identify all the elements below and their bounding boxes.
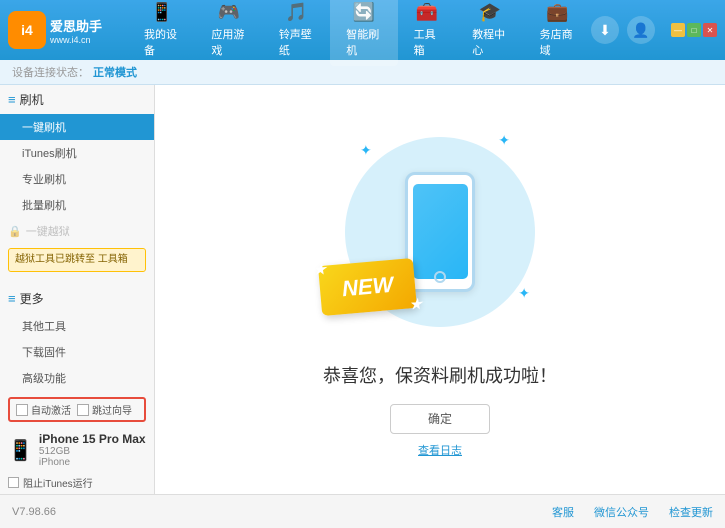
- sidebar-item-itunes[interactable]: iTunes刷机: [0, 140, 154, 166]
- footer-wechat[interactable]: 微信公众号: [594, 504, 649, 520]
- new-banner: NEW: [318, 257, 417, 315]
- confirm-button[interactable]: 确定: [390, 404, 490, 434]
- nav-ringtones[interactable]: 🎵 铃声壁纸: [263, 0, 330, 66]
- phone-body: [405, 172, 475, 292]
- window-controls: — □ ✕: [671, 23, 717, 37]
- content-area: ✦ ✦ ✦ NEW 恭喜您，保资料刷机成功啦！ 确定 查看日志: [155, 85, 725, 494]
- view-log-link[interactable]: 查看日志: [418, 442, 462, 458]
- logo-area: i4 爱思助手 www.i4.cn: [8, 11, 128, 49]
- status-label: 设备连接状态：: [12, 64, 89, 80]
- footer-check-update[interactable]: 检查更新: [669, 504, 713, 520]
- guide-restore-check[interactable]: [77, 404, 89, 416]
- sidebar-item-batch[interactable]: 批量刷机: [0, 192, 154, 218]
- nav-bar: 📱 我的设备 🎮 应用游戏 🎵 铃声壁纸 🔄 智能刷机 🧰 工具箱 🎓 教程中心…: [128, 0, 591, 66]
- sidebar-item-pro[interactable]: 专业刷机: [0, 166, 154, 192]
- flash-section-label: 刷机: [20, 91, 44, 108]
- sidebar-item-advanced[interactable]: 高级功能: [0, 365, 154, 391]
- phone-home-button: [434, 271, 446, 283]
- sidebar-bottom: 自动激活 跳过向导 📱 iPhone 15 Pro Max 512GB iPho…: [0, 391, 154, 494]
- nav-apps-games[interactable]: 🎮 应用游戏: [195, 0, 262, 66]
- tutorials-icon: 🎓: [479, 2, 501, 23]
- flash-icon: 🔄: [353, 2, 375, 23]
- device-type: iPhone: [39, 457, 146, 468]
- device-name: iPhone 15 Pro Max: [39, 432, 146, 446]
- phone-illustration: ✦ ✦ ✦ NEW: [330, 122, 550, 342]
- minimize-button[interactable]: —: [671, 23, 685, 37]
- success-text: 恭喜您，保资料刷机成功啦！: [323, 362, 557, 388]
- nav-smart-flash[interactable]: 🔄 智能刷机: [330, 0, 397, 66]
- sparkle-1: ✦: [360, 142, 372, 159]
- auto-activate-row: 自动激活 跳过向导: [8, 397, 146, 422]
- nav-service[interactable]: 💼 务店商域: [524, 0, 591, 66]
- logo-text: 爱思助手 www.i4.cn: [50, 16, 102, 45]
- sidebar-item-download-firmware[interactable]: 下载固件: [0, 339, 154, 365]
- ringtones-icon: 🎵: [285, 2, 307, 23]
- version: V7.98.66: [12, 506, 56, 518]
- lock-icon: 🔒: [8, 225, 22, 238]
- user-button[interactable]: 👤: [627, 16, 655, 44]
- more-section-header: ≡ 更多: [0, 284, 154, 313]
- flash-section-header: ≡ 刷机: [0, 85, 154, 114]
- service-icon: 💼: [546, 2, 568, 23]
- toolbox-icon: 🧰: [416, 2, 438, 23]
- sparkle-3: ✦: [518, 285, 530, 302]
- nav-toolbox[interactable]: 🧰 工具箱: [398, 0, 457, 66]
- nav-my-device[interactable]: 📱 我的设备: [128, 0, 195, 66]
- device-phone-icon: 📱: [8, 438, 33, 463]
- main-layout: ≡ 刷机 一键刷机 iTunes刷机 专业刷机 批量刷机 🔒 一键越狱 越狱工具…: [0, 85, 725, 494]
- footer-customer-service[interactable]: 客服: [552, 504, 574, 520]
- device-details: iPhone 15 Pro Max 512GB iPhone: [39, 432, 146, 468]
- auto-activate-check[interactable]: [16, 404, 28, 416]
- sparkle-2: ✦: [498, 132, 510, 149]
- more-section-label: 更多: [20, 290, 44, 307]
- itunes-label: 阻止iTunes运行: [23, 475, 93, 490]
- warning-box: 越狱工具已跳转至 工具箱: [8, 248, 146, 272]
- maximize-button[interactable]: □: [687, 23, 701, 37]
- sidebar-item-one-click[interactable]: 一键刷机: [0, 114, 154, 140]
- apps-icon: 🎮: [218, 2, 240, 23]
- download-button[interactable]: ⬇: [591, 16, 619, 44]
- jailbreak-disabled: 🔒 一键越狱: [0, 218, 154, 244]
- itunes-checkbox[interactable]: [8, 477, 19, 488]
- status-value: 正常模式: [93, 64, 137, 80]
- more-section-icon: ≡: [8, 291, 16, 306]
- header-right: ⬇ 👤 — □ ✕: [591, 16, 717, 44]
- app-header: i4 爱思助手 www.i4.cn 📱 我的设备 🎮 应用游戏 🎵 铃声壁纸 🔄…: [0, 0, 725, 60]
- device-info: 📱 iPhone 15 Pro Max 512GB iPhone: [8, 428, 146, 472]
- guide-restore-checkbox[interactable]: 跳过向导: [77, 402, 132, 417]
- logo-icon: i4: [8, 11, 46, 49]
- brand-name: 爱思助手: [50, 16, 102, 35]
- device-storage: 512GB: [39, 446, 146, 457]
- phone-screen: [413, 184, 468, 279]
- nav-tutorials[interactable]: 🎓 教程中心: [456, 0, 523, 66]
- sidebar: ≡ 刷机 一键刷机 iTunes刷机 专业刷机 批量刷机 🔒 一键越狱 越狱工具…: [0, 85, 155, 494]
- itunes-row: 阻止iTunes运行: [8, 472, 146, 493]
- device-icon: 📱: [150, 2, 172, 23]
- close-button[interactable]: ✕: [703, 23, 717, 37]
- auto-activate-checkbox[interactable]: 自动激活: [16, 402, 71, 417]
- sidebar-item-other-tools[interactable]: 其他工具: [0, 313, 154, 339]
- site-url: www.i4.cn: [50, 35, 102, 45]
- flash-section-icon: ≡: [8, 92, 16, 107]
- footer: V7.98.66 客服 微信公众号 检查更新: [0, 494, 725, 528]
